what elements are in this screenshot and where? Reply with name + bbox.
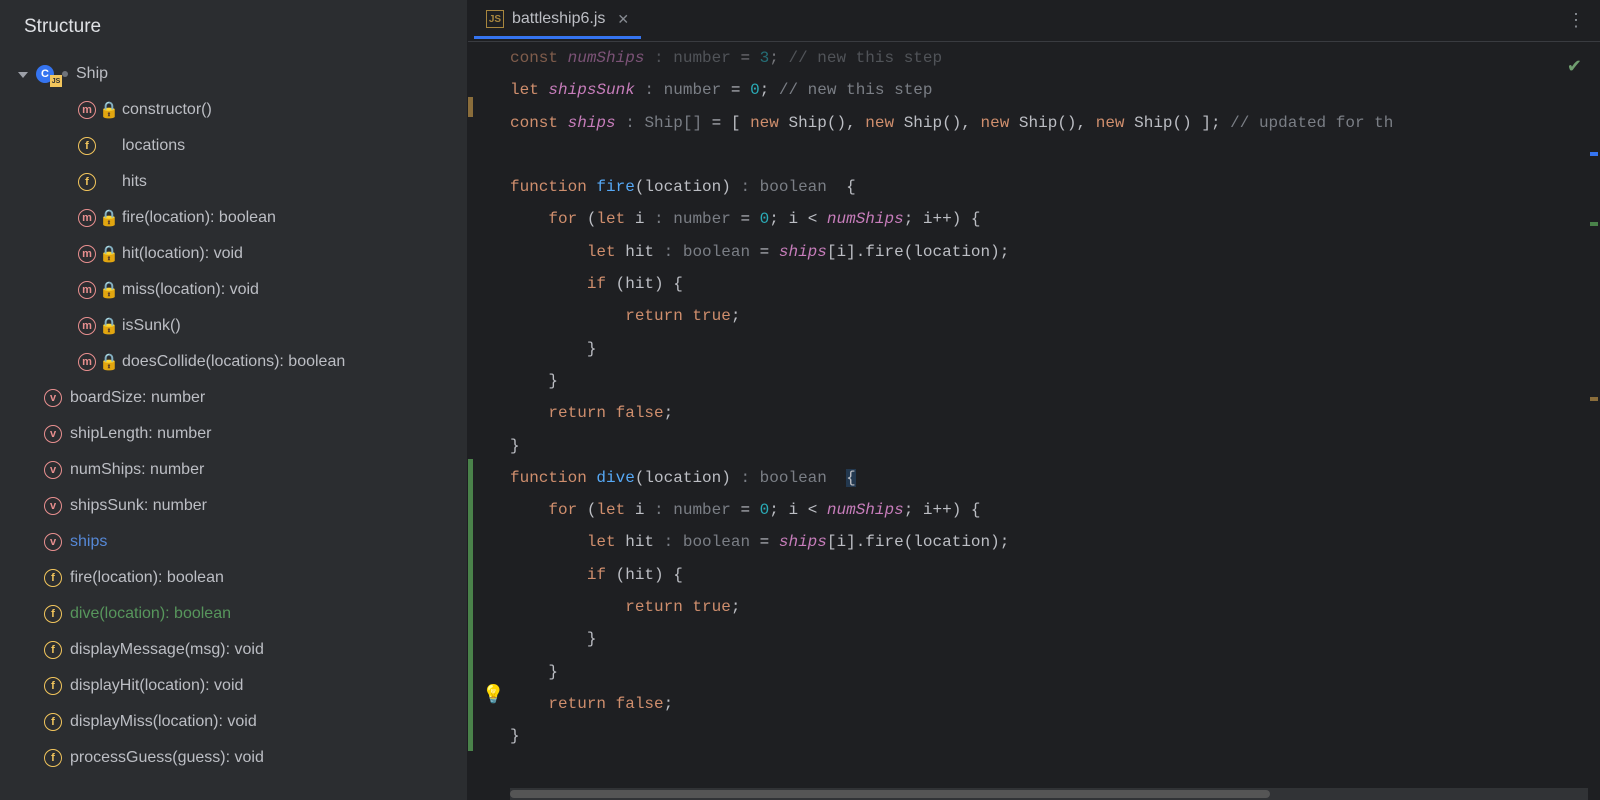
structure-item-label: hit(location): void bbox=[122, 245, 243, 263]
structure-member-row[interactable]: v shipLength: number bbox=[8, 416, 467, 452]
function-icon: f bbox=[44, 749, 62, 767]
variable-icon: v bbox=[44, 425, 62, 443]
method-icon: m bbox=[78, 245, 96, 263]
close-icon[interactable]: ✕ bbox=[613, 11, 629, 28]
structure-item-label: miss(location): void bbox=[122, 281, 259, 299]
structure-member-row[interactable]: m 🔒 fire(location): boolean bbox=[8, 200, 467, 236]
structure-member-row[interactable]: v boardSize: number bbox=[8, 380, 467, 416]
structure-item-label: shipsSunk: number bbox=[70, 497, 207, 515]
chevron-down-icon[interactable] bbox=[18, 65, 28, 83]
vcs-modified-stripe bbox=[468, 97, 473, 117]
method-icon: m bbox=[78, 317, 96, 335]
tab-filename: battleship6.js bbox=[512, 10, 605, 28]
lock-icon: 🔒 bbox=[104, 316, 114, 336]
method-icon: m bbox=[78, 281, 96, 299]
structure-member-row[interactable]: f locations bbox=[8, 128, 467, 164]
structure-member-row[interactable]: v shipsSunk: number bbox=[8, 488, 467, 524]
structure-member-row[interactable]: f hits bbox=[8, 164, 467, 200]
variable-icon: v bbox=[44, 497, 62, 515]
structure-item-label: hits bbox=[122, 173, 147, 191]
editor-menu-icon[interactable]: ⋮ bbox=[1567, 10, 1600, 31]
structure-item-label: constructor() bbox=[122, 101, 212, 119]
structure-member-row[interactable]: v ships bbox=[8, 524, 467, 560]
field-icon: f bbox=[78, 173, 96, 191]
structure-member-row[interactable]: m 🔒 doesCollide(locations): boolean bbox=[8, 344, 467, 380]
structure-member-row[interactable]: m 🔒 constructor() bbox=[8, 92, 467, 128]
structure-item-label: boardSize: number bbox=[70, 389, 205, 407]
function-icon: f bbox=[44, 569, 62, 587]
structure-item-label: isSunk() bbox=[122, 317, 181, 335]
structure-member-row[interactable]: m 🔒 hit(location): void bbox=[8, 236, 467, 272]
structure-item-label: locations bbox=[122, 137, 185, 155]
structure-member-row[interactable]: f displayMessage(msg): void bbox=[8, 632, 467, 668]
variable-icon: v bbox=[44, 461, 62, 479]
function-icon: f bbox=[44, 605, 62, 623]
visibility-dot-icon bbox=[62, 71, 68, 77]
editor-panel: JS battleship6.js ✕ ⋮ ✔ 💡 const numShips… bbox=[468, 0, 1600, 800]
structure-tree[interactable]: C JS Ship m 🔒 constructor() f locations … bbox=[0, 56, 467, 776]
structure-panel: Structure C JS Ship m 🔒 constructor() f … bbox=[0, 0, 468, 800]
structure-item-label: displayMessage(msg): void bbox=[70, 641, 264, 659]
structure-class-row[interactable]: C JS Ship bbox=[8, 56, 467, 92]
method-icon: m bbox=[78, 101, 96, 119]
structure-item-label: dive(location): boolean bbox=[70, 605, 231, 623]
function-icon: f bbox=[44, 641, 62, 659]
structure-item-label: shipLength: number bbox=[70, 425, 211, 443]
tab-bar: JS battleship6.js ✕ ⋮ bbox=[468, 0, 1600, 42]
function-icon: f bbox=[44, 677, 62, 695]
structure-item-label: doesCollide(locations): boolean bbox=[122, 353, 345, 371]
function-icon: f bbox=[44, 713, 62, 731]
field-icon: f bbox=[78, 137, 96, 155]
method-icon: m bbox=[78, 209, 96, 227]
structure-item-label: processGuess(guess): void bbox=[70, 749, 264, 767]
lock-icon: 🔒 bbox=[104, 280, 114, 300]
code-area: 💡 const numShips : number = 3; // new th… bbox=[468, 42, 1600, 800]
lock-icon: 🔒 bbox=[104, 208, 114, 228]
js-icon: JS bbox=[486, 10, 504, 28]
structure-item-label: numShips: number bbox=[70, 461, 204, 479]
structure-member-row[interactable]: f displayMiss(location): void bbox=[8, 704, 467, 740]
variable-icon: v bbox=[44, 389, 62, 407]
intention-bulb-icon[interactable]: 💡 bbox=[482, 684, 504, 705]
structure-member-row[interactable]: m 🔒 miss(location): void bbox=[8, 272, 467, 308]
gutter[interactable]: 💡 bbox=[468, 42, 510, 800]
vertical-scrollbar[interactable] bbox=[1588, 42, 1600, 800]
structure-item-label: Ship bbox=[76, 65, 108, 83]
structure-member-row[interactable]: m 🔒 isSunk() bbox=[8, 308, 467, 344]
structure-item-label: displayMiss(location): void bbox=[70, 713, 257, 731]
lock-icon: 🔒 bbox=[104, 100, 114, 120]
method-icon: m bbox=[78, 353, 96, 371]
lock-icon: 🔒 bbox=[104, 244, 114, 264]
editor-tab[interactable]: JS battleship6.js ✕ bbox=[474, 2, 641, 39]
structure-item-label: ships bbox=[70, 533, 107, 551]
structure-member-row[interactable]: f fire(location): boolean bbox=[8, 560, 467, 596]
structure-title: Structure bbox=[0, 0, 467, 56]
structure-member-row[interactable]: f processGuess(guess): void bbox=[8, 740, 467, 776]
structure-member-row[interactable]: f dive(location): boolean bbox=[8, 596, 467, 632]
structure-item-label: displayHit(location): void bbox=[70, 677, 243, 695]
structure-item-label: fire(location): boolean bbox=[70, 569, 224, 587]
code-editor[interactable]: const numShips : number = 3; // new this… bbox=[510, 42, 1600, 800]
vcs-added-stripe bbox=[468, 459, 473, 751]
structure-member-row[interactable]: v numShips: number bbox=[8, 452, 467, 488]
structure-item-label: fire(location): boolean bbox=[122, 209, 276, 227]
lock-icon: 🔒 bbox=[104, 352, 114, 372]
horizontal-scrollbar[interactable] bbox=[510, 788, 1588, 800]
js-badge-icon: JS bbox=[50, 75, 62, 87]
structure-member-row[interactable]: f displayHit(location): void bbox=[8, 668, 467, 704]
variable-icon: v bbox=[44, 533, 62, 551]
